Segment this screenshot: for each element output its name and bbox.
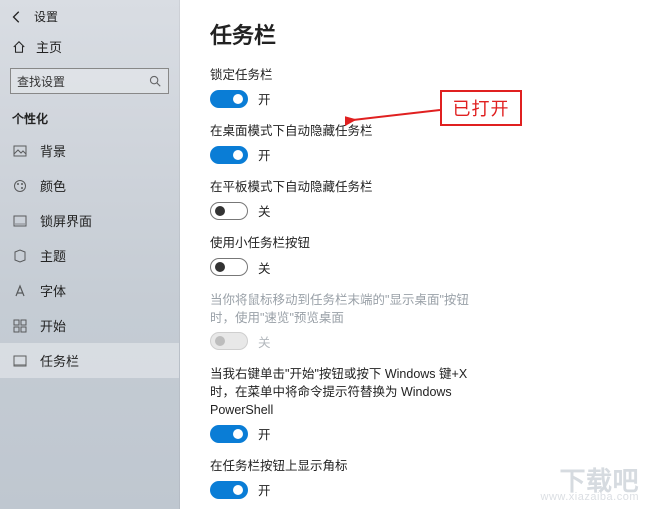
search-icon bbox=[148, 74, 162, 88]
sidebar-item-themes[interactable]: 主题 bbox=[0, 238, 179, 273]
taskbar-icon bbox=[12, 353, 28, 369]
sidebar-item-fonts[interactable]: 字体 bbox=[0, 273, 179, 308]
sidebar-item-label: 主题 bbox=[40, 246, 66, 265]
page-title: 任务栏 bbox=[210, 18, 615, 50]
setting-powershell: 当我右键单击"开始"按钮或按下 Windows 键+X 时，在菜单中将命令提示符… bbox=[210, 365, 615, 443]
settings-label: 设置 bbox=[34, 8, 58, 25]
theme-icon bbox=[12, 248, 28, 264]
setting-label: 当我右键单击"开始"按钮或按下 Windows 键+X 时，在菜单中将命令提示符… bbox=[210, 365, 470, 419]
setting-label: 使用小任务栏按钮 bbox=[210, 234, 615, 252]
toggle-state-text: 开 bbox=[258, 480, 271, 499]
watermark: 下载吧 www.xiazaiba.com bbox=[541, 468, 639, 503]
toggle-state-text: 关 bbox=[258, 258, 271, 277]
toggle-badges[interactable] bbox=[210, 481, 248, 499]
toggle-autohide-tablet[interactable] bbox=[210, 202, 248, 220]
toggle-autohide-desktop[interactable] bbox=[210, 146, 248, 164]
section-title: 个性化 bbox=[0, 104, 179, 133]
home-link[interactable]: 主页 bbox=[0, 31, 179, 66]
sidebar-item-lockscreen[interactable]: 锁屏界面 bbox=[0, 203, 179, 238]
home-icon bbox=[12, 40, 26, 54]
sidebar-item-start[interactable]: 开始 bbox=[0, 308, 179, 343]
sidebar-item-colors[interactable]: 颜色 bbox=[0, 168, 179, 203]
sidebar-item-label: 字体 bbox=[40, 281, 66, 300]
setting-label: 当你将鼠标移动到任务栏末端的"显示桌面"按钮时，使用"速览"预览桌面 bbox=[210, 291, 470, 327]
sidebar-item-label: 锁屏界面 bbox=[40, 211, 92, 230]
sidebar-item-label: 颜色 bbox=[40, 176, 66, 195]
sidebar-item-label: 开始 bbox=[40, 316, 66, 335]
sidebar-item-label: 任务栏 bbox=[40, 351, 79, 370]
annotation-text: 已打开 bbox=[453, 95, 510, 121]
setting-label: 在平板模式下自动隐藏任务栏 bbox=[210, 178, 615, 196]
annotation-callout-box: 已打开 bbox=[440, 90, 522, 126]
watermark-url: www.xiazaiba.com bbox=[541, 492, 639, 503]
setting-peek: 当你将鼠标移动到任务栏末端的"显示桌面"按钮时，使用"速览"预览桌面 关 bbox=[210, 291, 615, 351]
toggle-state-text: 关 bbox=[258, 201, 271, 220]
home-label: 主页 bbox=[36, 37, 62, 56]
setting-small-buttons: 使用小任务栏按钮 关 bbox=[210, 234, 615, 276]
setting-autohide-desktop: 在桌面模式下自动隐藏任务栏 开 bbox=[210, 122, 615, 164]
toggle-lock-taskbar[interactable] bbox=[210, 90, 248, 108]
toggle-state-text: 关 bbox=[258, 332, 271, 351]
start-icon bbox=[12, 318, 28, 334]
lockscreen-icon bbox=[12, 213, 28, 229]
back-icon[interactable] bbox=[10, 10, 24, 24]
toggle-state-text: 开 bbox=[258, 145, 271, 164]
setting-autohide-tablet: 在平板模式下自动隐藏任务栏 关 bbox=[210, 178, 615, 220]
setting-label: 在桌面模式下自动隐藏任务栏 bbox=[210, 122, 615, 140]
sidebar: 设置 主页 查找设置 个性化 背景 颜色 锁屏界面 主题 字体 开始 bbox=[0, 0, 180, 509]
sidebar-item-taskbar[interactable]: 任务栏 bbox=[0, 343, 179, 378]
setting-lock-taskbar: 锁定任务栏 开 bbox=[210, 66, 615, 108]
sidebar-item-label: 背景 bbox=[40, 141, 66, 160]
toggle-peek bbox=[210, 332, 248, 350]
palette-icon bbox=[12, 178, 28, 194]
toggle-small-buttons[interactable] bbox=[210, 258, 248, 276]
picture-icon bbox=[12, 143, 28, 159]
setting-label: 锁定任务栏 bbox=[210, 66, 615, 84]
font-icon bbox=[12, 283, 28, 299]
toggle-state-text: 开 bbox=[258, 89, 271, 108]
search-placeholder: 查找设置 bbox=[17, 73, 65, 90]
header-row: 设置 bbox=[0, 0, 179, 31]
main-content: 任务栏 锁定任务栏 开 在桌面模式下自动隐藏任务栏 开 在平板模式下自动隐藏任务… bbox=[180, 0, 645, 509]
search-input[interactable]: 查找设置 bbox=[10, 68, 169, 94]
toggle-state-text: 开 bbox=[258, 424, 271, 443]
sidebar-item-background[interactable]: 背景 bbox=[0, 133, 179, 168]
toggle-powershell[interactable] bbox=[210, 425, 248, 443]
